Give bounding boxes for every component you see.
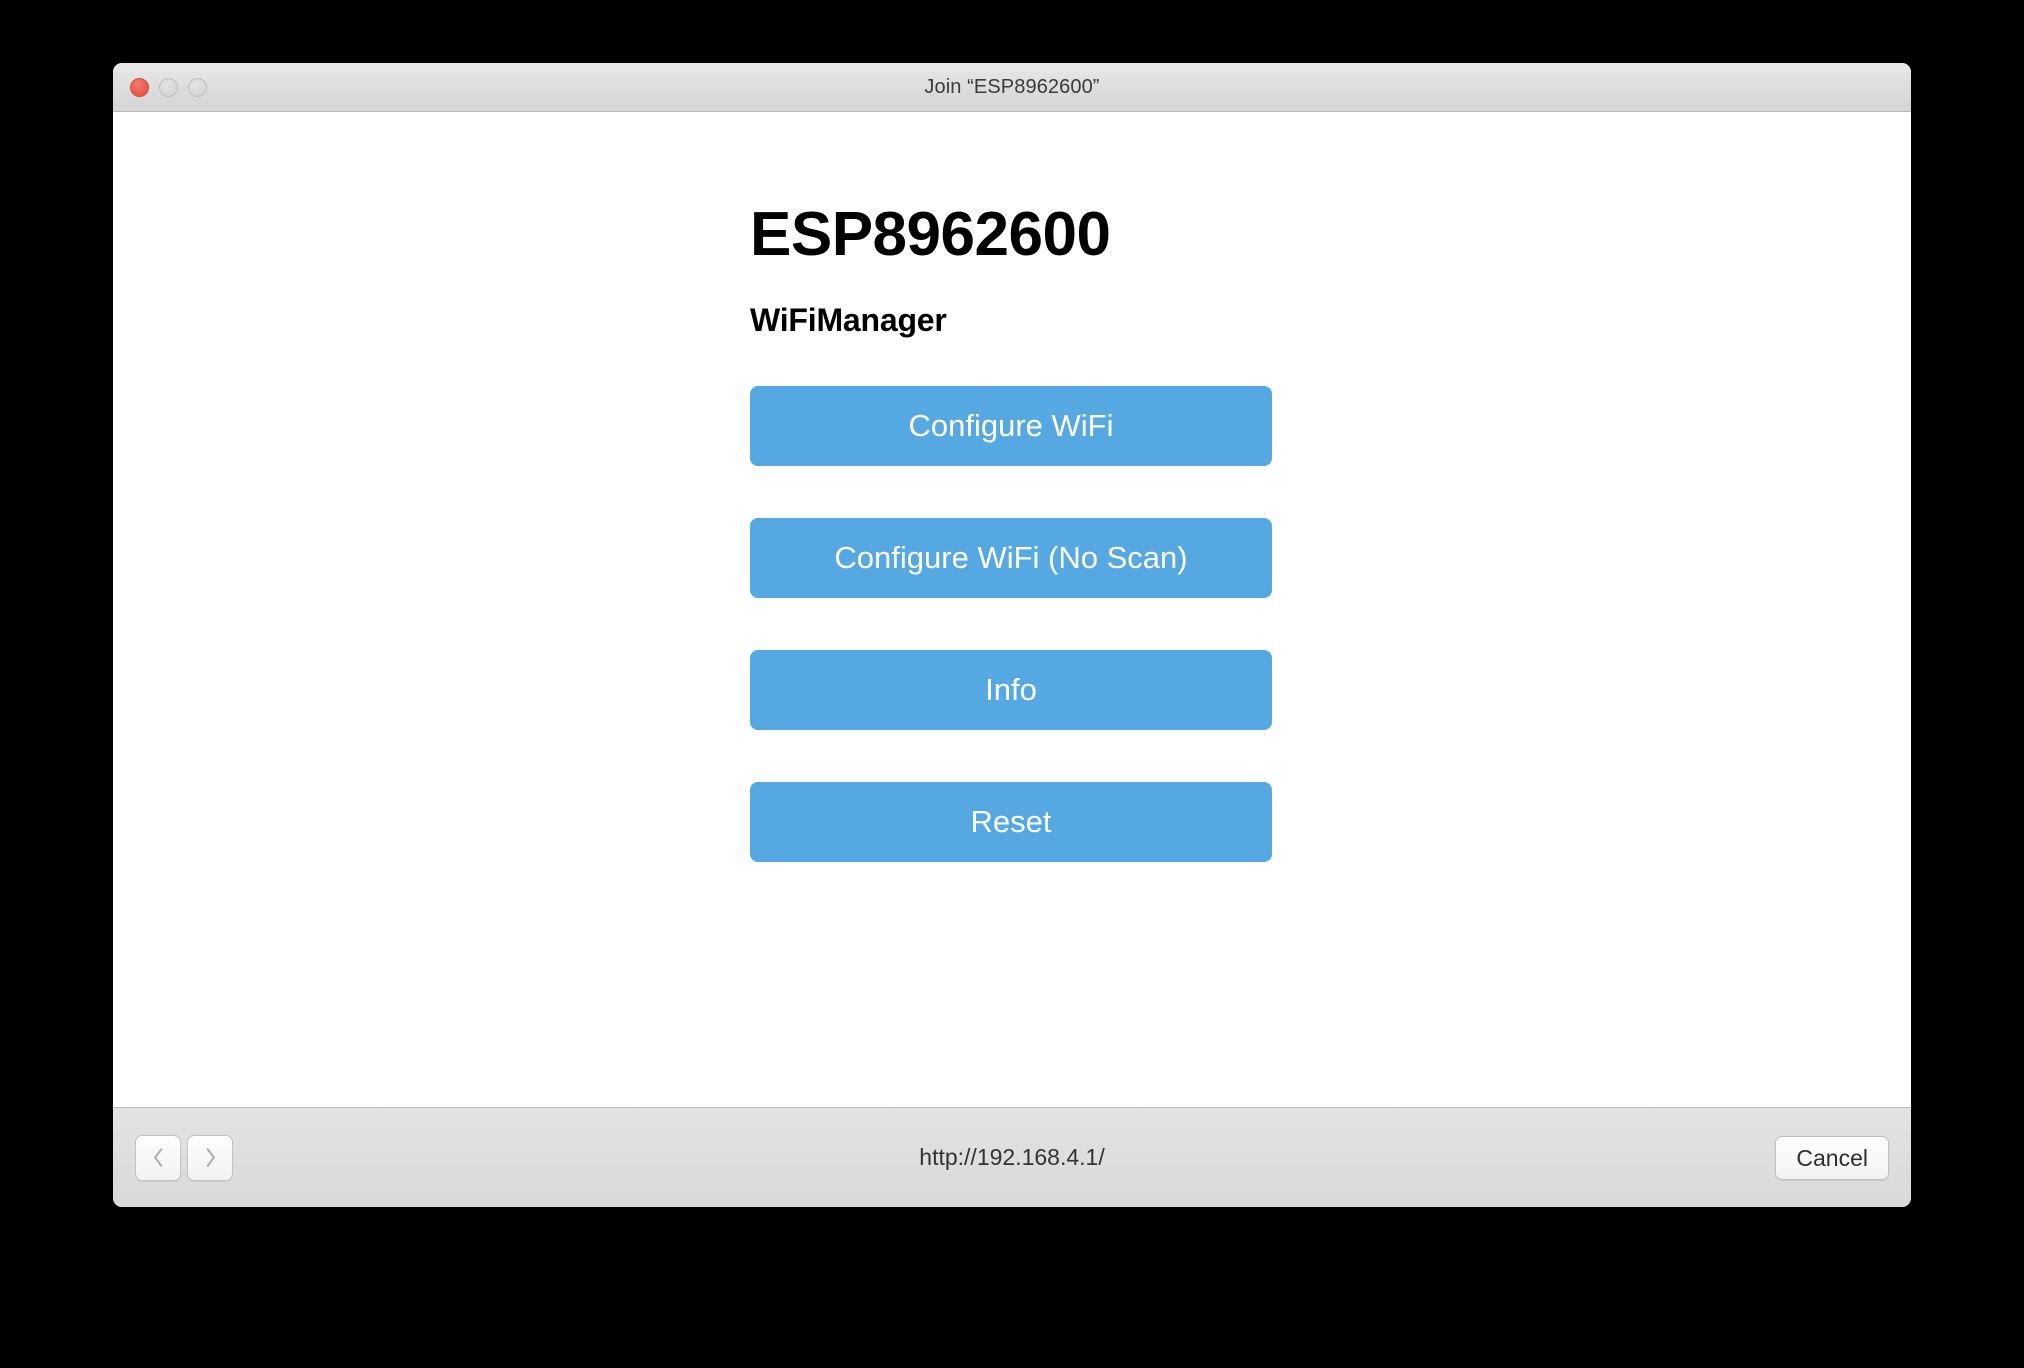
navigation-button-group [135, 1134, 233, 1181]
page-inner: ESP8962600 WiFiManager Configure WiFi Co… [750, 112, 1280, 863]
chevron-right-icon [204, 1147, 217, 1168]
window-title: Join “ESP8962600” [924, 75, 1100, 98]
page-subtitle: WiFiManager [750, 302, 947, 339]
configure-wifi-no-scan-button[interactable]: Configure WiFi (No Scan) [750, 518, 1272, 599]
cancel-button[interactable]: Cancel [1775, 1135, 1889, 1180]
reset-button[interactable]: Reset [750, 782, 1272, 863]
bottom-toolbar: http://192.168.4.1/ Cancel [113, 1107, 1911, 1207]
traffic-light-group [130, 63, 207, 111]
info-button[interactable]: Info [750, 650, 1272, 731]
minimize-window-button[interactable] [159, 77, 178, 97]
forward-button[interactable] [187, 1134, 233, 1181]
captive-portal-window: Join “ESP8962600” ESP8962600 WiFiManager… [113, 63, 1911, 1207]
window-titlebar: Join “ESP8962600” [113, 63, 1911, 112]
page-title: ESP8962600 [750, 200, 1111, 269]
action-button-list: Configure WiFi Configure WiFi (No Scan) … [750, 338, 1280, 863]
configure-wifi-button[interactable]: Configure WiFi [750, 386, 1272, 467]
url-label: http://192.168.4.1/ [919, 1144, 1105, 1170]
back-button[interactable] [135, 1134, 181, 1181]
close-window-button[interactable] [130, 77, 149, 97]
maximize-window-button[interactable] [188, 77, 207, 97]
chevron-left-icon [152, 1147, 165, 1168]
page-content: ESP8962600 WiFiManager Configure WiFi Co… [113, 112, 1911, 1107]
